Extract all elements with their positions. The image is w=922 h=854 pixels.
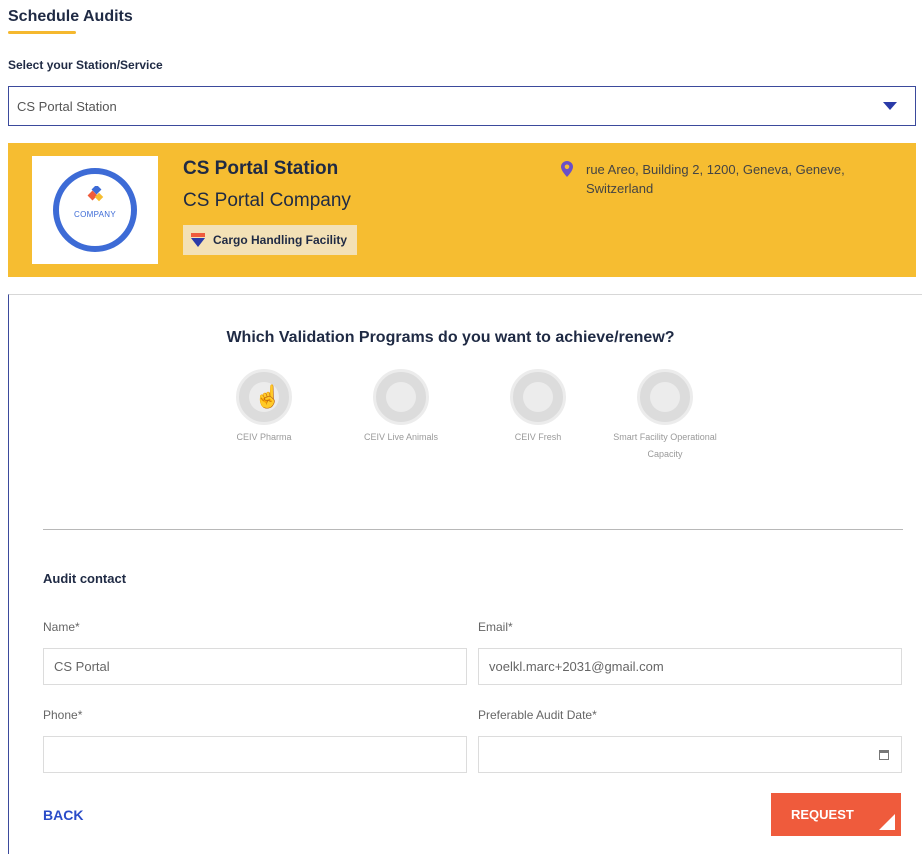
- email-field[interactable]: voelkl.marc+2031@gmail.com: [478, 648, 902, 685]
- station-address: rue Areo, Building 2, 1200, Geneva, Gene…: [586, 162, 845, 196]
- program-label: CEIV Fresh: [514, 432, 562, 442]
- program-label: Smart Facility Operational Capacity: [613, 432, 717, 459]
- facility-flag-icon: [191, 233, 205, 247]
- company-logo-text: COMPANY: [74, 210, 116, 219]
- company-logo-mark-icon: [87, 186, 104, 202]
- program-label: CEIV Live Animals: [363, 432, 439, 442]
- audit-contact-heading: Audit contact: [43, 571, 127, 586]
- station-select-label: Select your Station/Service: [8, 58, 163, 72]
- programs-question: Which Validation Programs do you want to…: [226, 329, 675, 346]
- station-name: CS Portal Station: [183, 158, 339, 179]
- calendar-icon[interactable]: [879, 750, 889, 760]
- station-select-value: CS Portal Station: [17, 98, 117, 114]
- hand-cursor-icon: ☝: [254, 384, 282, 409]
- phone-field[interactable]: [43, 736, 467, 773]
- name-field[interactable]: CS Portal: [43, 648, 467, 685]
- smart-facility-seal-icon[interactable]: [637, 369, 693, 425]
- company-logo: COMPANY: [32, 156, 158, 264]
- audit-date-label: Preferable Audit Date*: [478, 708, 597, 722]
- request-button-label: REQUEST: [791, 807, 854, 822]
- phone-label: Phone*: [43, 708, 83, 722]
- divider: [43, 529, 903, 530]
- facility-type: Cargo Handling Facility: [213, 233, 348, 247]
- program-ceiv-fresh[interactable]: CEIV Fresh: [483, 369, 593, 446]
- request-button[interactable]: REQUEST: [771, 793, 901, 836]
- validation-form-panel: Which Validation Programs do you want to…: [8, 294, 922, 854]
- company-logo-circle: COMPANY: [53, 168, 137, 252]
- title-underline: [8, 31, 76, 34]
- station-card: COMPANY CS Portal Station CS Portal Comp…: [8, 143, 916, 277]
- request-corner-icon: [879, 814, 895, 830]
- program-smart-facility[interactable]: Smart Facility Operational Capacity: [613, 369, 717, 463]
- company-name: CS Portal Company: [183, 190, 351, 211]
- facility-badge: Cargo Handling Facility: [183, 225, 358, 255]
- program-label: CEIV Pharma: [236, 432, 292, 442]
- program-ceiv-live-animals[interactable]: CEIV Live Animals: [346, 369, 456, 446]
- station-select[interactable]: CS Portal Station: [8, 86, 916, 126]
- back-button[interactable]: BACK: [43, 807, 83, 823]
- email-label: Email*: [478, 620, 513, 634]
- ceiv-live-animals-seal-icon[interactable]: [373, 369, 429, 425]
- name-label: Name*: [43, 620, 80, 634]
- location-pin-icon: [561, 161, 573, 177]
- page-title: Schedule Audits: [8, 8, 133, 25]
- ceiv-fresh-seal-icon[interactable]: [510, 369, 566, 425]
- chevron-down-icon[interactable]: [883, 102, 897, 110]
- audit-date-field[interactable]: [478, 736, 902, 773]
